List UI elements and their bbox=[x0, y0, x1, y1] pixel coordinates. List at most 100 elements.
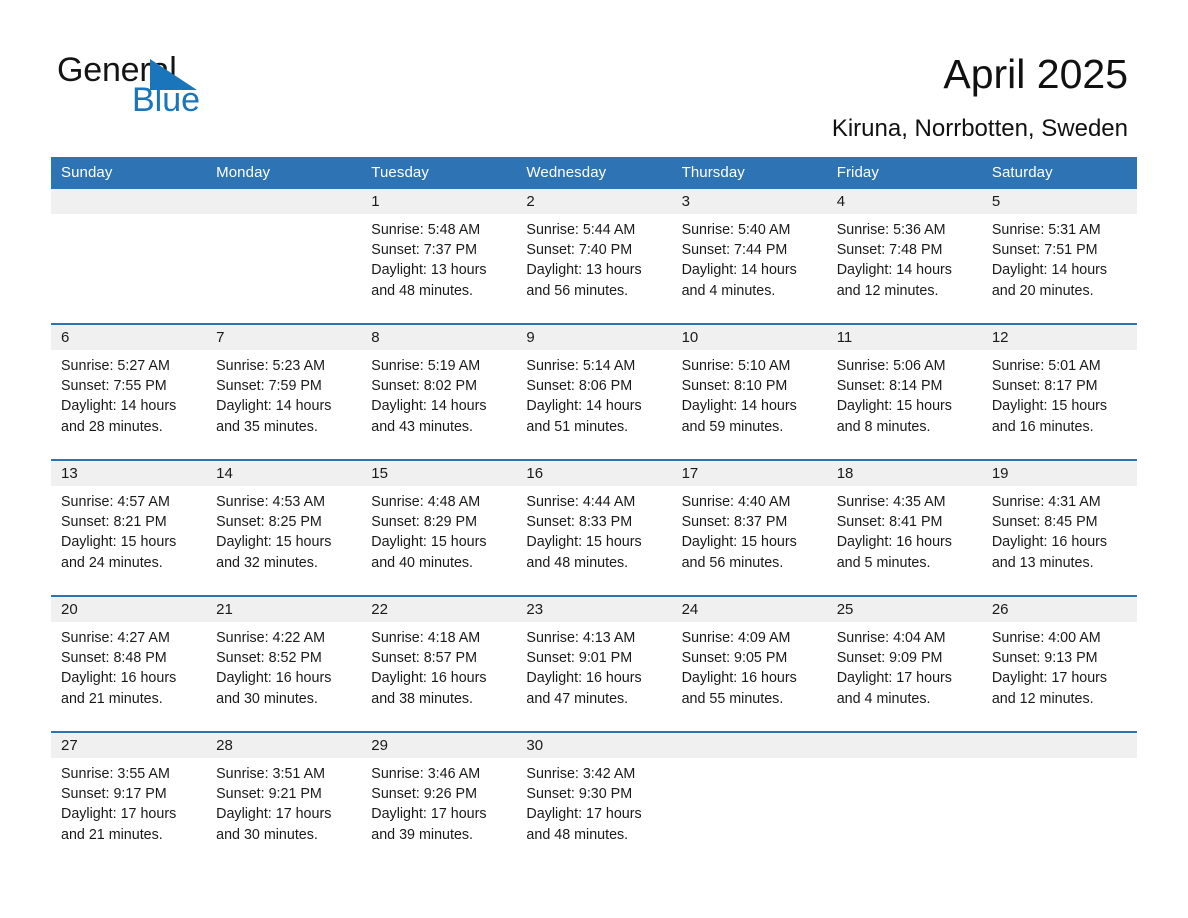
calendar-day-cell[interactable]: 11 Sunrise: 5:06 AM Sunset: 8:14 PM Dayligh… bbox=[826, 323, 982, 460]
calendar-week-row: 13 Sunrise: 4:57 AM Sunset: 8:21 PM Dayligh… bbox=[51, 459, 1137, 596]
day-cell-inner bbox=[981, 733, 1137, 867]
calendar-day-cell[interactable]: 20 Sunrise: 4:27 AM Sunset: 8:48 PM Dayligh… bbox=[51, 595, 207, 732]
day-detail-daylight2: and 5 minutes. bbox=[836, 554, 931, 571]
calendar-day-cell[interactable]: 24 Sunrise: 4:09 AM Sunset: 9:05 PM Dayligh… bbox=[671, 595, 827, 732]
day-number: 3 bbox=[671, 189, 827, 214]
calendar-week-row: 1 Sunrise: 5:48 AM Sunset: 7:37 PM Daylight… bbox=[51, 189, 1137, 324]
calendar-day-cell[interactable]: 14 Sunrise: 4:53 AM Sunset: 8:25 PM Dayligh… bbox=[206, 459, 362, 596]
calendar-day-cell[interactable]: 7 Sunrise: 5:23 AM Sunset: 7:59 PM Daylight… bbox=[206, 323, 362, 460]
day-detail-sunrise: Sunrise: 5:10 AM bbox=[681, 358, 791, 374]
day-number: 8 bbox=[361, 325, 517, 350]
calendar-day-cell[interactable]: 2 Sunrise: 5:44 AM Sunset: 7:40 PM Daylight… bbox=[516, 189, 672, 324]
calendar-day-cell[interactable]: 5 Sunrise: 5:31 AM Sunset: 7:51 PM Daylight… bbox=[981, 189, 1137, 324]
day-cell-inner: 30 Sunrise: 3:42 AM Sunset: 9:30 PM Dayligh… bbox=[516, 733, 672, 867]
calendar-page: General Blue April 2025 Kiruna, Norrbott… bbox=[0, 0, 1188, 918]
calendar-day-cell[interactable]: 16 Sunrise: 4:44 AM Sunset: 8:33 PM Dayligh… bbox=[516, 459, 672, 596]
calendar-day-cell[interactable]: 29 Sunrise: 3:46 AM Sunset: 9:26 PM Dayligh… bbox=[361, 731, 517, 867]
day-detail-daylight1: Daylight: 15 hours bbox=[526, 534, 642, 551]
calendar-day-cell[interactable]: 10 Sunrise: 5:10 AM Sunset: 8:10 PM Dayligh… bbox=[671, 323, 827, 460]
day-details: Sunrise: 4:53 AM Sunset: 8:25 PM Daylight:… bbox=[206, 486, 361, 573]
day-detail-daylight2: and 13 minutes. bbox=[991, 554, 1094, 571]
day-detail-sunset: Sunset: 7:48 PM bbox=[836, 242, 943, 259]
calendar-day-cell[interactable]: 1 Sunrise: 5:48 AM Sunset: 7:37 PM Daylight… bbox=[361, 189, 517, 324]
calendar-day-cell[interactable]: 8 Sunrise: 5:19 AM Sunset: 8:02 PM Daylight… bbox=[361, 323, 517, 460]
calendar-day-cell[interactable]: 21 Sunrise: 4:22 AM Sunset: 8:52 PM Dayligh… bbox=[206, 595, 362, 732]
day-detail-sunset: Sunset: 8:21 PM bbox=[61, 514, 167, 531]
calendar-day-cell[interactable]: 23 Sunrise: 4:13 AM Sunset: 9:01 PM Dayligh… bbox=[516, 595, 672, 732]
day-detail-daylight1: Daylight: 14 hours bbox=[681, 262, 797, 279]
calendar-day-cell[interactable]: 13 Sunrise: 4:57 AM Sunset: 8:21 PM Dayligh… bbox=[51, 459, 207, 596]
day-detail-daylight2: and 24 minutes. bbox=[61, 554, 163, 571]
day-detail-daylight2: and 48 minutes. bbox=[526, 554, 629, 571]
day-detail-sunset: Sunset: 9:13 PM bbox=[991, 650, 1098, 667]
day-detail-daylight2: and 30 minutes. bbox=[216, 690, 318, 707]
day-cell-inner: 21 Sunrise: 4:22 AM Sunset: 8:52 PM Dayligh… bbox=[206, 597, 362, 731]
calendar-day-cell[interactable]: 15 Sunrise: 4:48 AM Sunset: 8:29 PM Dayligh… bbox=[361, 459, 517, 596]
day-detail-sunrise: Sunrise: 3:46 AM bbox=[371, 766, 481, 782]
day-detail-sunset: Sunset: 7:55 PM bbox=[61, 378, 167, 395]
day-cell-inner: 4 Sunrise: 5:36 AM Sunset: 7:48 PM Daylight… bbox=[826, 189, 982, 323]
day-number: 17 bbox=[671, 461, 827, 486]
day-cell-inner: 19 Sunrise: 4:31 AM Sunset: 8:45 PM Dayligh… bbox=[981, 461, 1137, 595]
day-cell-inner: 1 Sunrise: 5:48 AM Sunset: 7:37 PM Daylight… bbox=[361, 189, 517, 323]
calendar-day-cell[interactable]: 4 Sunrise: 5:36 AM Sunset: 7:48 PM Daylight… bbox=[826, 189, 982, 324]
calendar-day-cell[interactable]: 9 Sunrise: 5:14 AM Sunset: 8:06 PM Daylight… bbox=[516, 323, 672, 460]
day-detail-sunset: Sunset: 8:57 PM bbox=[371, 650, 477, 667]
day-cell-inner: 8 Sunrise: 5:19 AM Sunset: 8:02 PM Daylight… bbox=[361, 325, 517, 459]
day-cell-inner: 29 Sunrise: 3:46 AM Sunset: 9:26 PM Dayligh… bbox=[361, 733, 517, 867]
calendar-day-cell[interactable]: 18 Sunrise: 4:35 AM Sunset: 8:41 PM Dayligh… bbox=[826, 459, 982, 596]
day-detail-sunset: Sunset: 9:17 PM bbox=[61, 786, 167, 803]
calendar-day-cell[interactable]: 26 Sunrise: 4:00 AM Sunset: 9:13 PM Dayligh… bbox=[981, 595, 1137, 732]
day-detail-daylight2: and 30 minutes. bbox=[216, 826, 318, 843]
day-cell-inner: 11 Sunrise: 5:06 AM Sunset: 8:14 PM Dayligh… bbox=[826, 325, 982, 459]
calendar-day-cell[interactable]: 27 Sunrise: 3:55 AM Sunset: 9:17 PM Dayligh… bbox=[51, 731, 207, 867]
day-detail-sunrise: Sunrise: 5:31 AM bbox=[991, 222, 1101, 238]
day-detail-sunset: Sunset: 8:25 PM bbox=[216, 514, 322, 531]
calendar-day-cell[interactable]: 6 Sunrise: 5:27 AM Sunset: 7:55 PM Daylight… bbox=[51, 323, 207, 460]
day-number: 25 bbox=[826, 597, 982, 622]
weekday-header-saturday: Saturday bbox=[981, 157, 1137, 189]
day-details: Sunrise: 3:55 AM Sunset: 9:17 PM Daylight:… bbox=[51, 758, 206, 845]
day-cell-inner: 7 Sunrise: 5:23 AM Sunset: 7:59 PM Daylight… bbox=[206, 325, 362, 459]
weekday-header-wednesday: Wednesday bbox=[516, 157, 672, 189]
calendar-day-cell[interactable]: 25 Sunrise: 4:04 AM Sunset: 9:09 PM Dayligh… bbox=[826, 595, 982, 732]
day-detail-daylight1: Daylight: 17 hours bbox=[836, 670, 952, 687]
day-detail-daylight2: and 40 minutes. bbox=[371, 554, 474, 571]
day-detail-sunset: Sunset: 9:05 PM bbox=[681, 650, 788, 667]
day-detail-sunrise: Sunrise: 4:57 AM bbox=[61, 494, 170, 510]
day-details: Sunrise: 5:06 AM Sunset: 8:14 PM Daylight:… bbox=[827, 350, 982, 437]
calendar-day-cell[interactable]: 19 Sunrise: 4:31 AM Sunset: 8:45 PM Dayligh… bbox=[981, 459, 1137, 596]
day-number bbox=[826, 733, 982, 758]
day-details: Sunrise: 4:48 AM Sunset: 8:29 PM Daylight:… bbox=[361, 486, 516, 573]
calendar-day-cell-empty bbox=[206, 189, 362, 324]
day-details: Sunrise: 4:35 AM Sunset: 8:41 PM Daylight:… bbox=[827, 486, 982, 573]
weekday-header-sunday: Sunday bbox=[51, 157, 207, 189]
day-detail-sunrise: Sunrise: 5:19 AM bbox=[371, 358, 481, 374]
day-details: Sunrise: 4:44 AM Sunset: 8:33 PM Daylight:… bbox=[516, 486, 671, 573]
day-detail-daylight2: and 4 minutes. bbox=[681, 282, 776, 299]
calendar-day-cell[interactable]: 3 Sunrise: 5:40 AM Sunset: 7:44 PM Daylight… bbox=[671, 189, 827, 324]
day-number: 23 bbox=[516, 597, 672, 622]
day-details: Sunrise: 5:40 AM Sunset: 7:44 PM Daylight:… bbox=[672, 214, 827, 301]
day-detail-sunrise: Sunrise: 3:42 AM bbox=[526, 766, 636, 782]
calendar-day-cell[interactable]: 17 Sunrise: 4:40 AM Sunset: 8:37 PM Dayligh… bbox=[671, 459, 827, 596]
day-detail-sunset: Sunset: 7:51 PM bbox=[991, 242, 1098, 259]
day-detail-daylight1: Daylight: 15 hours bbox=[991, 398, 1108, 415]
day-detail-daylight2: and 56 minutes. bbox=[681, 554, 784, 571]
day-detail-sunrise: Sunrise: 4:00 AM bbox=[991, 630, 1101, 646]
day-cell-inner bbox=[206, 189, 362, 323]
calendar-day-cell[interactable]: 12 Sunrise: 5:01 AM Sunset: 8:17 PM Dayligh… bbox=[981, 323, 1137, 460]
calendar-day-cell[interactable]: 30 Sunrise: 3:42 AM Sunset: 9:30 PM Dayligh… bbox=[516, 731, 672, 867]
day-detail-sunrise: Sunrise: 5:40 AM bbox=[681, 222, 791, 238]
calendar-day-cell[interactable]: 28 Sunrise: 3:51 AM Sunset: 9:21 PM Dayligh… bbox=[206, 731, 362, 867]
day-details: Sunrise: 4:18 AM Sunset: 8:57 PM Daylight:… bbox=[361, 622, 516, 709]
day-number: 30 bbox=[516, 733, 672, 758]
day-detail-daylight1: Daylight: 16 hours bbox=[526, 670, 642, 687]
calendar-day-cell[interactable]: 22 Sunrise: 4:18 AM Sunset: 8:57 PM Dayligh… bbox=[361, 595, 517, 732]
day-details: Sunrise: 5:31 AM Sunset: 7:51 PM Daylight:… bbox=[982, 214, 1137, 301]
day-detail-sunrise: Sunrise: 5:01 AM bbox=[991, 358, 1101, 374]
day-cell-inner: 22 Sunrise: 4:18 AM Sunset: 8:57 PM Dayligh… bbox=[361, 597, 517, 731]
day-number: 2 bbox=[516, 189, 672, 214]
generalblue-logo[interactable]: General Blue bbox=[57, 52, 357, 124]
day-details: Sunrise: 5:23 AM Sunset: 7:59 PM Daylight:… bbox=[206, 350, 361, 437]
